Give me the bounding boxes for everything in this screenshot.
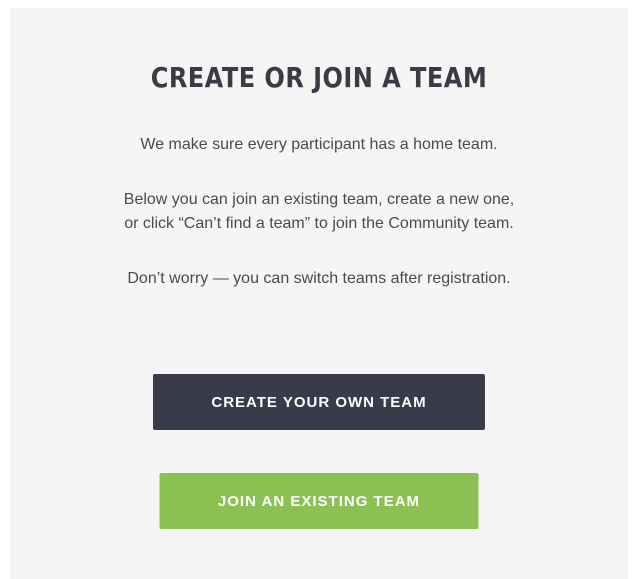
join-team-button[interactable]: JOIN AN EXISTING TEAM (159, 473, 479, 529)
team-panel: CREATE OR JOIN A TEAM We make sure every… (10, 8, 628, 579)
instructions-text: Below you can join an existing team, cre… (10, 188, 628, 236)
reassurance-text: Don’t worry — you can switch teams after… (127, 270, 511, 287)
instructions-line-2: or click “Can’t find a team” to join the… (124, 215, 514, 232)
instructions-line-1: Below you can join an existing team, cre… (123, 191, 515, 208)
intro-text: We make sure every participant has a hom… (140, 136, 498, 153)
page-title: CREATE OR JOIN A TEAM (150, 61, 488, 94)
create-team-button[interactable]: CREATE YOUR OWN TEAM (153, 374, 485, 430)
